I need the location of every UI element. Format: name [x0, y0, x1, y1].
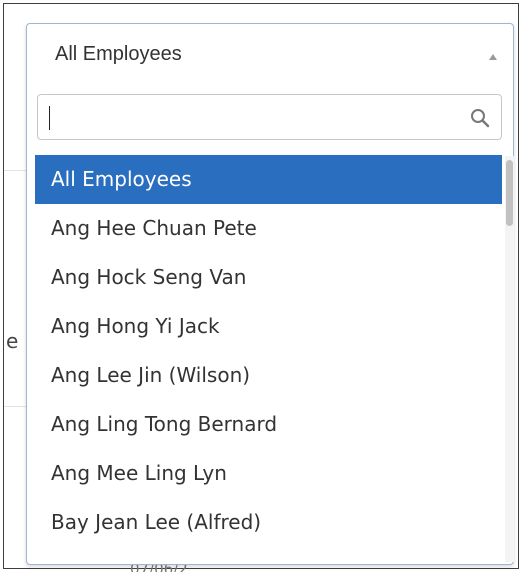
caret-up-icon[interactable]: [489, 54, 497, 60]
search-input[interactable]: [46, 101, 460, 135]
select-current-value[interactable]: All Employees: [27, 24, 513, 86]
option-item[interactable]: Ang Ling Tong Bernard: [35, 400, 502, 449]
option-item[interactable]: Ang Lee Jin (Wilson): [35, 351, 502, 400]
option-item[interactable]: Bay Jean Lee (Alfred): [35, 498, 502, 547]
scrollbar-thumb[interactable]: [506, 160, 513, 226]
search-field[interactable]: [37, 94, 502, 140]
background-divider: [4, 406, 26, 407]
selected-label: All Employees: [55, 43, 182, 65]
option-item[interactable]: Ang Mee Ling Lyn: [35, 449, 502, 498]
background-divider: [4, 170, 26, 171]
option-item[interactable]: Ang Hong Yi Jack: [35, 302, 502, 351]
text-cursor: [49, 106, 50, 130]
option-item[interactable]: Ang Hee Chuan Pete: [35, 204, 502, 253]
search-icon: [471, 109, 490, 128]
options-list: All Employees Ang Hee Chuan Pete Ang Hock …: [35, 155, 502, 561]
options-scrollbar[interactable]: [505, 156, 514, 562]
employee-select-dropdown[interactable]: All Employees All Employees Ang Hee Chuan…: [26, 23, 514, 565]
option-item[interactable]: All Employees: [35, 155, 502, 204]
option-item[interactable]: Ang Hock Seng Van: [35, 253, 502, 302]
background-fragment-text: e: [6, 329, 19, 353]
